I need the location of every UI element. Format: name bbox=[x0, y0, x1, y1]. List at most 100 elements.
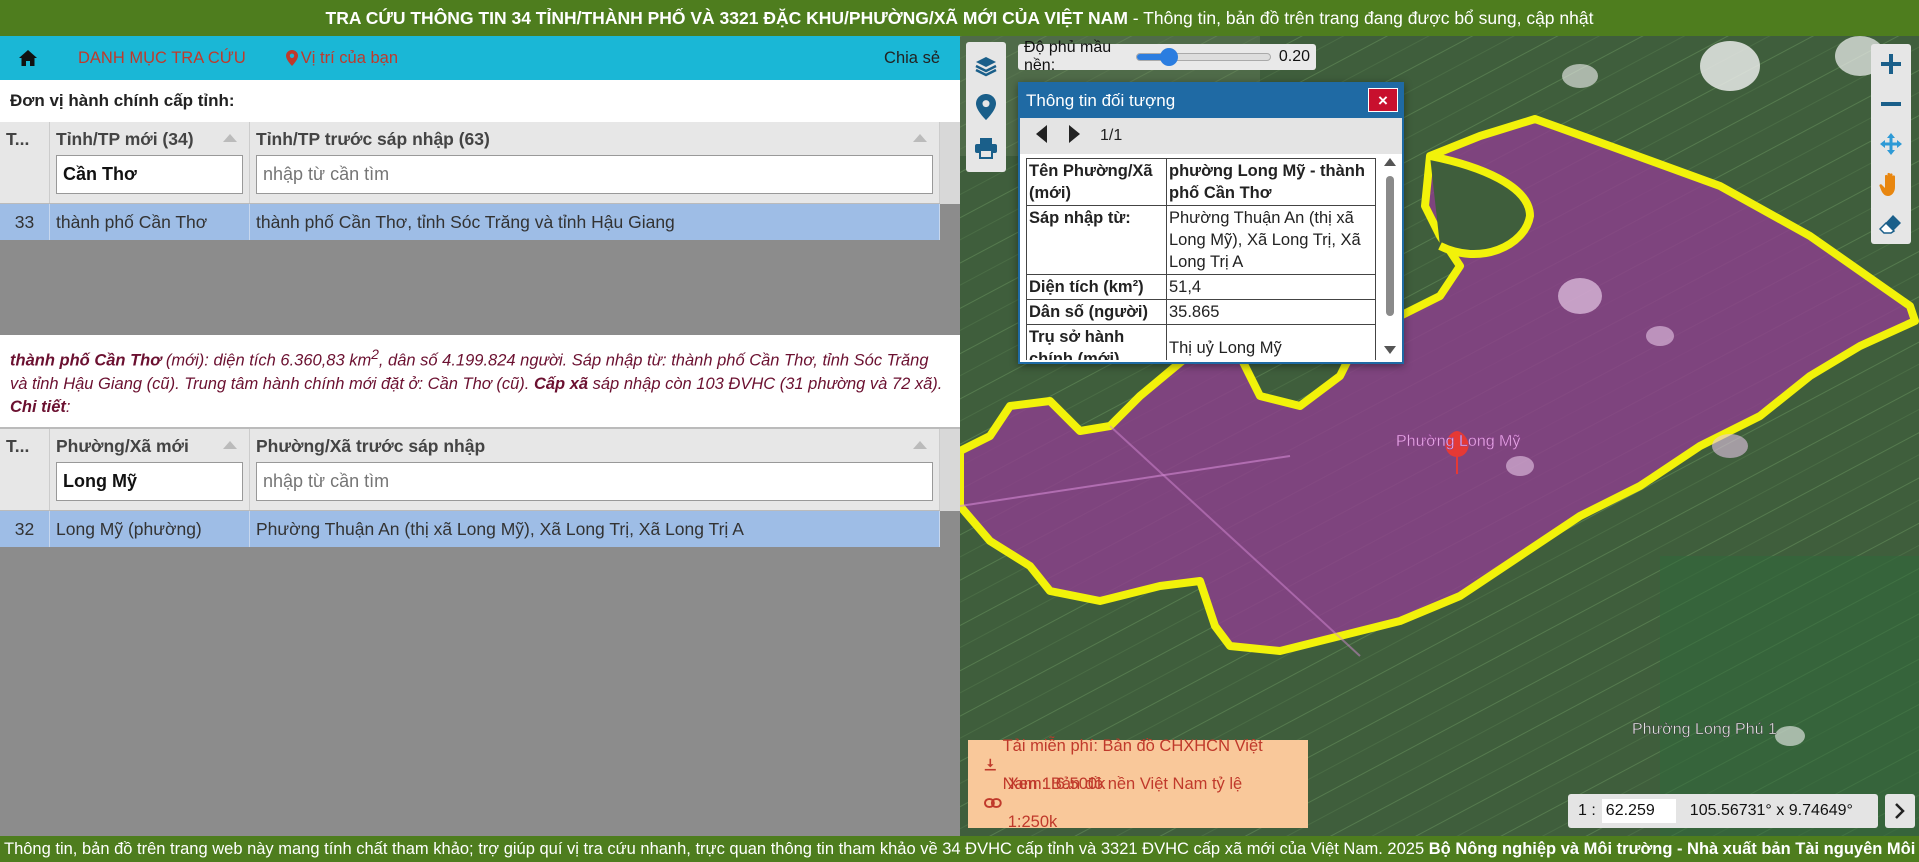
ward-grid-header: T... Phường/Xã mới Phường/Xã trước sáp n… bbox=[0, 429, 940, 511]
col-index-title: T... bbox=[6, 129, 30, 149]
full-extent-icon[interactable] bbox=[1874, 127, 1908, 161]
popup-scrollbar[interactable] bbox=[1384, 158, 1396, 354]
opacity-control: Độ phủ mầu nền: 0.20 bbox=[1018, 39, 1316, 74]
footer-text: Thông tin, bản đồ trên trang web này man… bbox=[4, 840, 1429, 858]
scale-prefix: 1 : bbox=[1578, 802, 1596, 819]
desc-text: : bbox=[65, 397, 71, 416]
col-old-ward[interactable]: Phường/Xã trước sáp nhập bbox=[250, 429, 940, 510]
province-grid: T... Tỉnh/TP mới (34) Tỉnh/TP trước sáp … bbox=[0, 122, 960, 335]
feature-info-popup: Thông tin đối tượng × 1/1 Tên Phường/Xã … bbox=[1018, 82, 1404, 364]
attr-key: Dân số (người) bbox=[1026, 299, 1167, 325]
coordinates: 105.56731° x 9.74649° bbox=[1689, 802, 1853, 819]
popup-scroll-thumb[interactable] bbox=[1386, 176, 1394, 316]
download-icon bbox=[984, 758, 996, 771]
attribute-row: Tên Phường/Xã (mới) phường Long Mỹ - thàn… bbox=[1026, 158, 1376, 206]
eraser-icon[interactable] bbox=[1874, 207, 1908, 241]
sort-icon[interactable] bbox=[223, 134, 237, 142]
opacity-slider[interactable] bbox=[1135, 48, 1271, 66]
footer-publisher: Bộ Nông nghiệp và Môi trường - Nhà xuất … bbox=[1428, 840, 1916, 858]
header-subtitle: - Thông tin, bản đồ trên trang đang được… bbox=[1127, 8, 1594, 28]
print-icon[interactable] bbox=[970, 132, 1002, 164]
opacity-knob[interactable] bbox=[1159, 48, 1178, 66]
view-link[interactable]: Xem: Bản đồ nền Việt Nam tỷ lệ 1:250k bbox=[984, 775, 1292, 831]
opacity-value: 0.20 bbox=[1278, 48, 1310, 65]
attribute-row: Trụ sở hành chính (mới) Thị uỷ Long Mỹ bbox=[1026, 324, 1376, 360]
desc-cap-xa: Cấp xã bbox=[533, 374, 589, 393]
map-right-toolbar bbox=[1871, 44, 1911, 244]
zoom-out-icon[interactable] bbox=[1874, 87, 1908, 121]
scale-bar: 1 : 62.259 105.56731° x 9.74649° bbox=[1568, 794, 1878, 828]
col-new-ward[interactable]: Phường/Xã mới bbox=[50, 429, 250, 510]
map-view[interactable]: Phường Long Mỹ Phường Long Phú 1 Độ phủ … bbox=[960, 36, 1919, 836]
sort-icon[interactable] bbox=[913, 441, 927, 449]
popup-header: Thông tin đối tượng × bbox=[1020, 84, 1402, 118]
zoom-in-icon[interactable] bbox=[1874, 47, 1908, 81]
pan-hand-icon[interactable] bbox=[1874, 167, 1908, 201]
map-pin-icon bbox=[285, 50, 298, 66]
share-link[interactable]: Chia sẻ bbox=[884, 49, 940, 68]
province-filter-input[interactable] bbox=[56, 155, 243, 194]
grid-scrollbar[interactable] bbox=[940, 122, 960, 204]
attribute-row: Dân số (người) 35.865 bbox=[1026, 299, 1376, 325]
next-icon[interactable] bbox=[1068, 124, 1080, 148]
attr-key: Trụ sở hành chính (mới) bbox=[1026, 324, 1167, 360]
col-index[interactable]: T... bbox=[0, 122, 50, 203]
sort-icon[interactable] bbox=[223, 441, 237, 449]
attr-key: Diện tích (km²) bbox=[1026, 274, 1167, 300]
col-old-province[interactable]: Tỉnh/TP trước sáp nhập (63) bbox=[250, 122, 940, 203]
attr-value: Thị uỷ Long Mỹ bbox=[1166, 324, 1376, 360]
province-grid-header: T... Tỉnh/TP mới (34) Tỉnh/TP trước sáp … bbox=[0, 122, 940, 204]
location-link[interactable]: Vị trí của bạn bbox=[285, 49, 398, 68]
label-other: Phường Long Phú 1 bbox=[1632, 721, 1777, 738]
menu-link[interactable]: DANH MỤC TRA CỨU bbox=[78, 49, 246, 68]
promo-box: Tải miễn phí: Bản đồ CHXHCN Việt Nam 1:6… bbox=[968, 737, 1308, 831]
nav-bar: DANH MỤC TRA CỨU Vị trí của bạn Chia sẻ bbox=[0, 36, 960, 80]
cell-index: 33 bbox=[0, 204, 50, 240]
cell-merged: Phường Thuận An (thị xã Long Mỹ), Xã Lon… bbox=[250, 511, 940, 547]
layers-icon[interactable] bbox=[970, 50, 1002, 82]
attribute-table: Tên Phường/Xã (mới) phường Long Mỹ - thàn… bbox=[1026, 158, 1376, 360]
desc-text: (mới): diện tích 6.360,83 km bbox=[161, 351, 372, 370]
province-old-filter-input[interactable] bbox=[256, 155, 933, 194]
attr-value: phường Long Mỹ - thành phố Cần Thơ bbox=[1166, 158, 1376, 206]
page-header: TRA CỨU THÔNG TIN 34 TỈNH/THÀNH PHỐ VÀ 3… bbox=[0, 0, 1919, 36]
opacity-label: Độ phủ mầu nền: bbox=[1024, 39, 1112, 74]
desc-sup: 2 bbox=[371, 347, 379, 362]
sort-icon[interactable] bbox=[913, 134, 927, 142]
map-left-toolbar bbox=[966, 42, 1006, 172]
cell-name: Long Mỹ (phường) bbox=[50, 511, 250, 547]
popup-pager: 1/1 bbox=[1020, 118, 1402, 154]
attr-key: Sáp nhập từ: bbox=[1026, 205, 1167, 275]
col-old-ward-title: Phường/Xã trước sáp nhập bbox=[256, 436, 486, 456]
table-row[interactable]: 33 thành phố Cần Thơ thành phố Cần Thơ, … bbox=[0, 204, 940, 240]
left-panel: DANH MỤC TRA CỨU Vị trí của bạn Chia sẻ … bbox=[0, 36, 960, 836]
ward-old-filter-input[interactable] bbox=[256, 462, 933, 501]
col-index-title: T... bbox=[6, 436, 30, 456]
col-new-province[interactable]: Tỉnh/TP mới (34) bbox=[50, 122, 250, 203]
attr-value: 51,4 bbox=[1166, 274, 1376, 300]
label-main: Phường Long Mỹ bbox=[1396, 433, 1520, 450]
location-pin-icon[interactable] bbox=[970, 91, 1002, 123]
ward-filter-input[interactable] bbox=[56, 462, 243, 501]
popup-title: Thông tin đối tượng bbox=[1026, 91, 1176, 110]
page-indicator: 1/1 bbox=[1100, 127, 1123, 144]
province-section-title: Đơn vị hành chính cấp tỉnh: bbox=[0, 80, 960, 122]
desc-chi-tiet: Chi tiết bbox=[10, 397, 66, 416]
cell-index: 32 bbox=[0, 511, 50, 547]
table-row[interactable]: 32 Long Mỹ (phường) Phường Thuận An (thị… bbox=[0, 511, 940, 547]
attr-value: Phường Thuận An (thị xã Long Mỹ), Xã Lon… bbox=[1166, 205, 1376, 275]
desc-text: sáp nhập còn 103 ĐVHC (31 phường và 72 x… bbox=[588, 374, 943, 393]
grid-scrollbar[interactable] bbox=[940, 429, 960, 511]
expand-button[interactable] bbox=[1885, 794, 1915, 828]
header-title: TRA CỨU THÔNG TIN 34 TỈNH/THÀNH PHỐ VÀ 3… bbox=[325, 8, 1128, 28]
col-index[interactable]: T... bbox=[0, 429, 50, 510]
close-button[interactable]: × bbox=[1368, 88, 1398, 112]
col-new-ward-title: Phường/Xã mới bbox=[56, 436, 189, 456]
attr-key: Tên Phường/Xã (mới) bbox=[1026, 158, 1167, 206]
prev-icon[interactable] bbox=[1036, 124, 1048, 148]
popup-body: Tên Phường/Xã (mới) phường Long Mỹ - thàn… bbox=[1020, 154, 1402, 360]
scale-input[interactable]: 62.259 bbox=[1601, 799, 1676, 823]
desc-name: thành phố Cần Thơ bbox=[10, 351, 162, 370]
home-icon[interactable] bbox=[0, 36, 56, 80]
attribute-row: Sáp nhập từ: Phường Thuận An (thị xã Long… bbox=[1026, 205, 1376, 275]
